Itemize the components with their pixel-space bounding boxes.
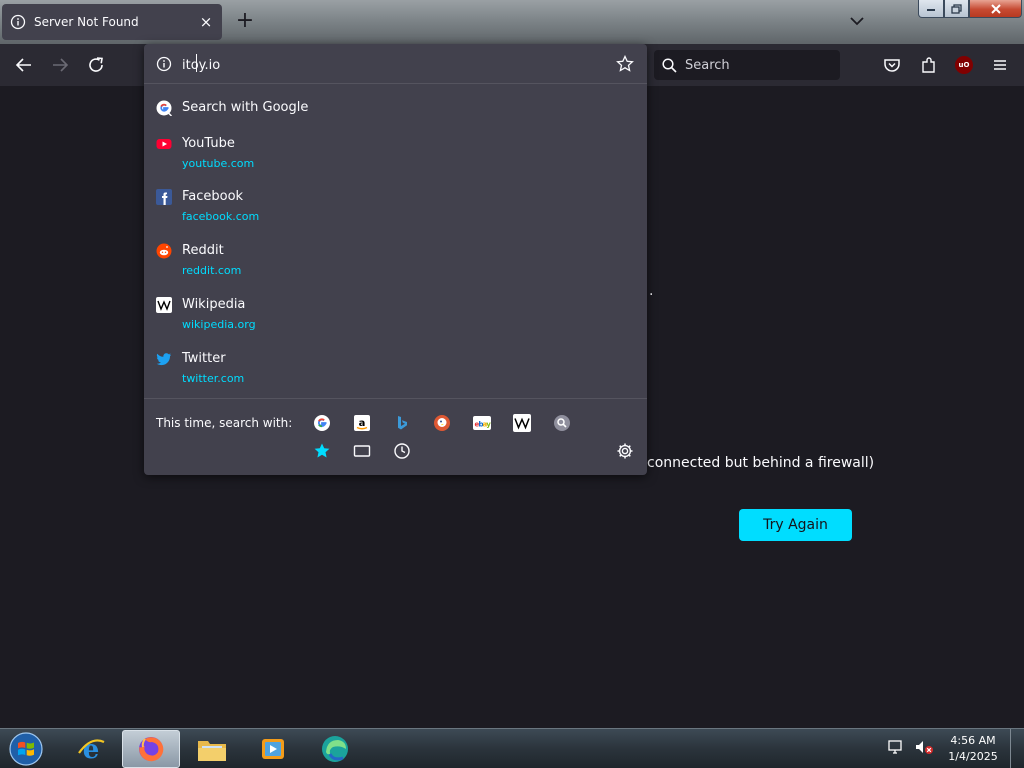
search-icon xyxy=(662,57,677,73)
history-search-icon[interactable] xyxy=(393,442,411,460)
reload-icon[interactable] xyxy=(86,55,106,75)
result-title: Reddit xyxy=(182,243,224,258)
result-url: wikipedia.org xyxy=(182,318,256,331)
facebook-icon xyxy=(156,189,172,205)
menu-icon[interactable] xyxy=(990,55,1010,75)
result-title: YouTube xyxy=(182,136,235,151)
internet-explorer-icon: e xyxy=(78,735,105,764)
result-url: youtube.com xyxy=(182,157,255,170)
twitter-icon xyxy=(156,353,171,366)
forward-icon[interactable] xyxy=(50,55,70,75)
popup-divider xyxy=(144,398,647,399)
network-icon[interactable] xyxy=(886,737,906,757)
info-icon xyxy=(10,14,26,30)
search-engine-icon[interactable] xyxy=(553,414,571,432)
search-placeholder: Search xyxy=(685,57,730,73)
bookmarks-search-icon[interactable] xyxy=(313,442,331,460)
show-desktop-button[interactable] xyxy=(1010,729,1024,768)
svg-text:a: a xyxy=(359,418,366,429)
result-youtube[interactable]: YouTube youtube.com xyxy=(144,134,647,174)
reddit-icon xyxy=(156,243,172,259)
address-bar[interactable] xyxy=(144,44,647,84)
back-icon[interactable] xyxy=(14,55,34,75)
result-url: twitter.com xyxy=(182,372,245,385)
minimize-button[interactable] xyxy=(918,0,944,18)
extensions-icon[interactable] xyxy=(919,55,939,75)
result-title: Facebook xyxy=(182,189,244,204)
bookmark-star-icon[interactable] xyxy=(616,55,634,73)
window-controls xyxy=(918,0,1022,18)
one-off-search-label: This time, search with: xyxy=(156,416,293,430)
site-info-icon[interactable] xyxy=(156,56,172,72)
tabs-search-icon[interactable] xyxy=(353,442,371,460)
taskbar-media-player[interactable] xyxy=(244,730,302,768)
ebay-engine-icon[interactable]: e b a y xyxy=(473,414,491,432)
result-facebook[interactable]: Facebook facebook.com xyxy=(144,187,647,227)
clock-date: 1/4/2025 xyxy=(948,750,998,763)
tab-close-button[interactable]: × xyxy=(198,14,214,30)
close-window-button[interactable] xyxy=(969,0,1022,18)
result-reddit[interactable]: Reddit reddit.com xyxy=(144,241,647,281)
try-again-button[interactable]: Try Again xyxy=(739,509,852,541)
taskbar-file-explorer[interactable] xyxy=(183,730,241,768)
google-icon xyxy=(156,100,172,116)
duckduckgo-engine-icon[interactable] xyxy=(433,414,451,432)
restore-button[interactable] xyxy=(944,0,969,18)
result-search-with-google[interactable]: Search with Google xyxy=(144,96,647,120)
volume-muted-icon[interactable] xyxy=(914,737,934,757)
taskbar-internet-explorer[interactable]: e xyxy=(62,730,120,768)
result-url: reddit.com xyxy=(182,264,242,277)
amazon-engine-icon[interactable]: a xyxy=(353,414,371,432)
result-title: Wikipedia xyxy=(182,297,246,312)
svg-text:y: y xyxy=(486,421,491,429)
tab-strip: Server Not Found × + xyxy=(0,0,1024,44)
minimize-icon xyxy=(927,8,935,11)
chevron-down-icon[interactable] xyxy=(848,12,866,30)
tab-server-not-found[interactable]: Server Not Found × xyxy=(2,4,222,40)
result-wikipedia[interactable]: Wikipedia wikipedia.org xyxy=(144,295,647,335)
clock-time: 4:56 AM xyxy=(950,734,996,747)
result-title: Twitter xyxy=(182,351,226,366)
windows-start-icon[interactable] xyxy=(6,731,46,767)
edge-icon xyxy=(322,736,348,762)
result-url: facebook.com xyxy=(182,210,260,223)
restore-icon xyxy=(951,3,962,14)
folder-icon xyxy=(198,741,226,761)
google-engine-icon[interactable] xyxy=(313,414,331,432)
error-message-fragment: connected but behind a firewall) xyxy=(647,455,875,471)
system-clock[interactable]: 4:56 AM 1/4/2025 xyxy=(946,733,1000,765)
youtube-icon xyxy=(156,139,172,149)
taskbar-firefox[interactable] xyxy=(122,730,180,768)
close-icon xyxy=(990,3,1001,14)
wikipedia-engine-icon[interactable] xyxy=(513,414,531,432)
bing-engine-icon[interactable] xyxy=(393,414,411,432)
search-bar[interactable]: Search xyxy=(654,50,840,80)
media-player-icon xyxy=(262,739,284,759)
result-twitter[interactable]: Twitter twitter.com xyxy=(144,349,647,389)
tab-title: Server Not Found xyxy=(34,15,139,29)
wikipedia-icon xyxy=(156,297,172,313)
urlbar-popup: Search with Google YouTube youtube.com F… xyxy=(144,44,647,475)
gear-icon[interactable] xyxy=(616,442,634,460)
result-title: Search with Google xyxy=(182,100,309,115)
ublock-origin-icon[interactable]: uO xyxy=(955,56,973,74)
taskbar: e 4:56 AM 1/4/2025 xyxy=(0,728,1024,768)
firefox-icon xyxy=(139,737,164,762)
url-input[interactable] xyxy=(182,55,602,75)
new-tab-button[interactable]: + xyxy=(234,10,256,32)
text-cursor xyxy=(196,54,197,72)
page-text-fragment: . xyxy=(649,283,654,299)
pocket-icon[interactable] xyxy=(882,55,902,75)
taskbar-edge[interactable] xyxy=(306,730,364,768)
